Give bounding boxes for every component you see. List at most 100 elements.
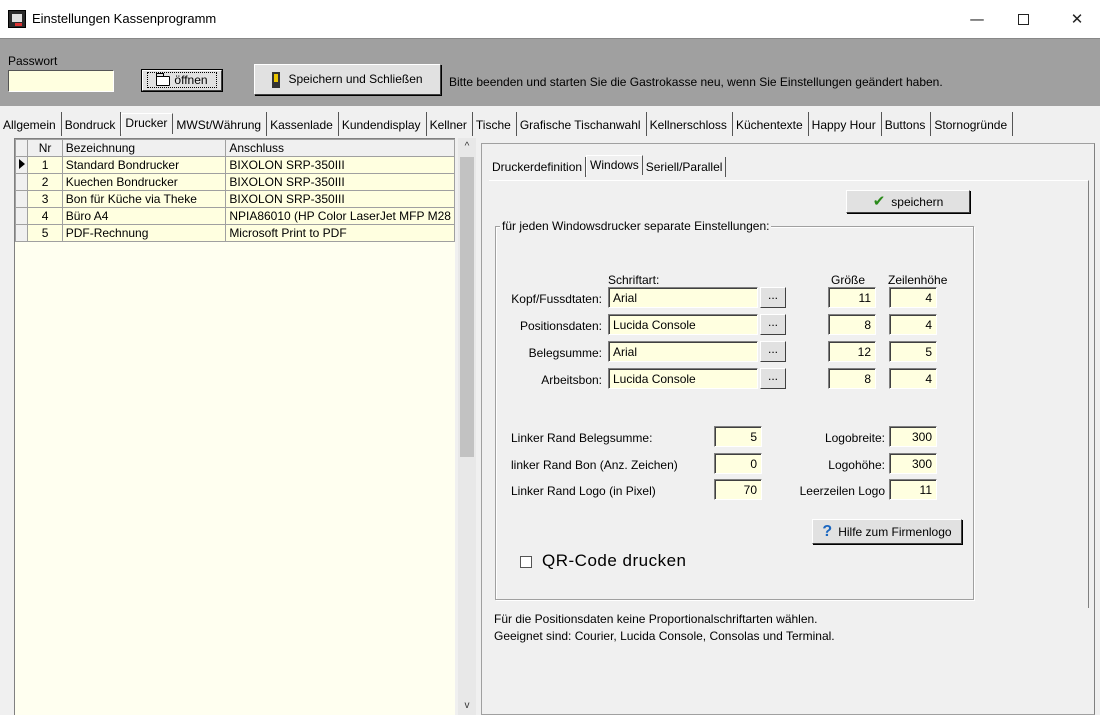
font-row-label: Belegsumme: — [528, 346, 602, 360]
font-name-field[interactable]: Arial — [608, 287, 758, 308]
font-column-header: Schriftart: — [608, 273, 660, 287]
font-size-field[interactable]: 11 — [828, 287, 876, 308]
row-indicator[interactable] — [15, 190, 29, 208]
table-row[interactable]: 4 Büro A4 NPIA86010 (HP Color LaserJet MFP… — [15, 207, 455, 225]
cell-bezeichnung[interactable]: Standard Bondrucker — [61, 156, 227, 174]
table-row[interactable]: 1 Standard Bondrucker BIXOLON SRP-350III — [15, 156, 455, 174]
font-browse-button[interactable]: ... — [760, 314, 786, 335]
tab-küchentexte[interactable]: Küchentexte — [733, 112, 809, 136]
tab-stornogründe[interactable]: Stornogründe — [931, 112, 1014, 136]
font-browse-button[interactable]: ... — [760, 287, 786, 308]
cell-anschluss[interactable]: BIXOLON SRP-350III — [225, 156, 455, 174]
margin-row-label: Linker Rand Belegsumme: — [511, 431, 653, 445]
tab-kundendisplay[interactable]: Kundendisplay — [339, 112, 427, 136]
margin-value-field[interactable]: 70 — [714, 479, 762, 500]
tab-kellner[interactable]: Kellner — [427, 112, 473, 136]
font-name-field[interactable]: Lucida Console — [608, 368, 758, 389]
qr-code-label[interactable]: QR-Code drucken — [542, 551, 687, 571]
cell-nr[interactable]: 4 — [27, 207, 63, 225]
tab-mwst-währung[interactable]: MWSt/Währung — [173, 112, 268, 136]
logo-help-button[interactable]: ? Hilfe zum Firmenlogo — [812, 519, 962, 544]
printer-table: Nr Bezeichnung Anschluss 1 Standard Bondr… — [14, 138, 455, 715]
size-column-header: Größe — [831, 273, 866, 287]
password-input[interactable] — [8, 70, 114, 92]
save-close-label: Speichern und Schließen — [288, 72, 423, 86]
save-button[interactable]: ✔ speichern — [846, 190, 970, 213]
font-browse-button[interactable]: ... — [760, 341, 786, 362]
window-title: Einstellungen Kassenprogramm — [32, 11, 217, 26]
maximize-button[interactable] — [1000, 0, 1046, 38]
tab-buttons[interactable]: Buttons — [882, 112, 932, 136]
cell-anschluss[interactable]: BIXOLON SRP-350III — [225, 173, 455, 191]
font-lineheight-field[interactable]: 4 — [889, 314, 937, 335]
logo-value-field[interactable]: 11 — [889, 479, 937, 500]
cell-bezeichnung[interactable]: Bon für Küche via Theke — [61, 190, 227, 208]
row-indicator[interactable] — [15, 173, 29, 191]
lineheight-column-header: Zeilenhöhe — [888, 273, 948, 287]
cell-nr[interactable]: 1 — [27, 156, 63, 174]
folder-icon — [156, 72, 171, 86]
tab-tische[interactable]: Tische — [473, 112, 517, 136]
margin-value-field[interactable]: 5 — [714, 426, 762, 447]
logo-value-field[interactable]: 300 — [889, 453, 937, 474]
row-indicator[interactable] — [15, 156, 29, 174]
column-header-anschluss[interactable]: Anschluss — [225, 139, 455, 157]
cell-nr[interactable]: 2 — [27, 173, 63, 191]
font-size-field[interactable]: 12 — [828, 341, 876, 362]
cell-bezeichnung[interactable]: PDF-Rechnung — [61, 224, 227, 242]
subtab-seriell-parallel[interactable]: Seriell/Parallel — [643, 157, 727, 177]
tab-drucker[interactable]: Drucker — [121, 113, 174, 134]
font-size-field[interactable]: 8 — [828, 368, 876, 389]
font-note-line2: Geeignet sind: Courier, Lucida Console, … — [494, 629, 835, 643]
tab-kassenlade[interactable]: Kassenlade — [267, 112, 339, 136]
open-button-label: öffnen — [174, 73, 208, 87]
font-name-field[interactable]: Arial — [608, 341, 758, 362]
tab-allgemein[interactable]: Allgemein — [0, 112, 62, 136]
font-lineheight-field[interactable]: 4 — [889, 368, 937, 389]
cell-nr[interactable]: 3 — [27, 190, 63, 208]
margin-value-field[interactable]: 0 — [714, 453, 762, 474]
font-lineheight-field[interactable]: 5 — [889, 341, 937, 362]
font-note-line1: Für die Positionsdaten keine Proportiona… — [494, 612, 818, 626]
main-tab-strip: Allgemein Bondruck Drucker MWSt/Währung Kass… — [0, 112, 1100, 136]
font-size-field[interactable]: 8 — [828, 314, 876, 335]
logo-value-field[interactable]: 300 — [889, 426, 937, 447]
cell-anschluss[interactable]: Microsoft Print to PDF — [225, 224, 455, 242]
tab-bondruck[interactable]: Bondruck — [62, 112, 122, 136]
scroll-down-arrow[interactable]: v — [458, 700, 476, 714]
font-lineheight-field[interactable]: 4 — [889, 287, 937, 308]
scroll-up-arrow[interactable]: ^ — [458, 141, 476, 155]
font-name-field[interactable]: Lucida Console — [608, 314, 758, 335]
logo-row-label: Logohöhe: — [828, 458, 885, 472]
save-close-button[interactable]: Speichern und Schließen — [254, 64, 441, 95]
open-button[interactable]: öffnen — [141, 69, 223, 92]
checkmark-icon: ✔ — [872, 193, 886, 210]
subtab-druckerdefinition[interactable]: Druckerdefinition — [489, 157, 587, 177]
cell-anschluss[interactable]: BIXOLON SRP-350III — [225, 190, 455, 208]
exit-door-icon — [272, 71, 281, 88]
sub-tab-strip: Druckerdefinition Windows Seriell/Parallel — [489, 155, 727, 177]
tab-happy-hour[interactable]: Happy Hour — [809, 112, 882, 136]
font-browse-button[interactable]: ... — [760, 368, 786, 389]
row-indicator[interactable] — [15, 224, 29, 242]
qr-code-checkbox[interactable] — [520, 556, 532, 568]
close-button[interactable]: ✕ — [1054, 0, 1100, 38]
subtab-windows[interactable]: Windows — [586, 155, 643, 175]
table-row[interactable]: 3 Bon für Küche via Theke BIXOLON SRP-350I… — [15, 190, 455, 208]
cell-bezeichnung[interactable]: Büro A4 — [61, 207, 227, 225]
cell-bezeichnung[interactable]: Kuechen Bondrucker — [61, 173, 227, 191]
save-button-label: speichern — [891, 195, 944, 209]
scroll-thumb[interactable] — [460, 157, 474, 457]
tab-grafische-tischanwahl[interactable]: Grafische Tischanwahl — [517, 112, 647, 136]
column-header-bezeichnung[interactable]: Bezeichnung — [61, 139, 227, 157]
margin-row-label: Linker Rand Logo (in Pixel) — [511, 484, 656, 498]
row-indicator[interactable] — [15, 207, 29, 225]
cell-anschluss[interactable]: NPIA86010 (HP Color LaserJet MFP M28 — [225, 207, 455, 225]
tab-kellnerschloss[interactable]: Kellnerschloss — [647, 112, 733, 136]
table-row[interactable]: 5 PDF-Rechnung Microsoft Print to PDF — [15, 224, 455, 242]
minimize-button[interactable]: — — [954, 0, 1000, 38]
restart-hint: Bitte beenden und starten Sie die Gastro… — [449, 75, 943, 89]
table-row[interactable]: 2 Kuechen Bondrucker BIXOLON SRP-350III — [15, 173, 455, 191]
cell-nr[interactable]: 5 — [27, 224, 63, 242]
column-header-nr[interactable]: Nr — [27, 139, 63, 157]
